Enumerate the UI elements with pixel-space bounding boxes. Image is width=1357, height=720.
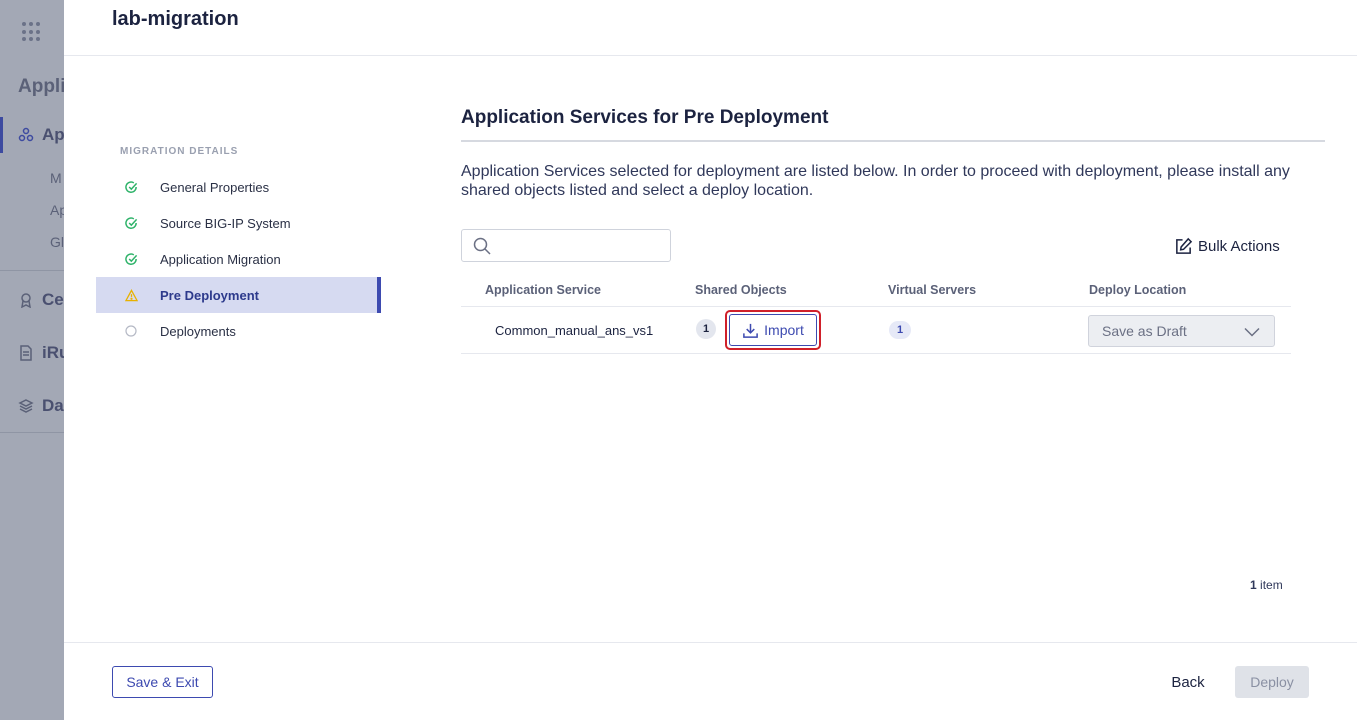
background-nav-certificates: Ce xyxy=(0,282,64,318)
step-label: Application Migration xyxy=(160,251,281,267)
background-divider xyxy=(0,432,64,433)
step-deployments[interactable]: Deployments xyxy=(96,313,381,349)
save-and-exit-button[interactable]: Save & Exit xyxy=(112,666,213,698)
migration-wizard-panel: lab-migration MIGRATION DETAILS General … xyxy=(64,0,1357,720)
back-button[interactable]: Back xyxy=(1162,666,1214,698)
background-nav-label: Ap xyxy=(42,125,64,144)
background-title: Appli xyxy=(18,76,64,97)
irules-icon xyxy=(20,345,32,361)
section-divider xyxy=(461,140,1325,142)
background-app: Appli Ap M Ap Gl Ce iRu Da xyxy=(0,0,64,720)
warning-icon xyxy=(124,288,138,302)
bulk-actions-button[interactable]: Bulk Actions xyxy=(1174,235,1280,257)
item-count-number: 1 xyxy=(1250,578,1257,592)
applications-icon xyxy=(18,127,34,142)
background-nav-irules: iRu xyxy=(0,335,64,371)
background-nav-label: Da xyxy=(42,396,64,415)
certificates-icon xyxy=(21,293,31,308)
step-label: Source BIG-IP System xyxy=(160,215,291,231)
check-circle-icon xyxy=(124,180,138,194)
chevron-down-icon xyxy=(1244,327,1260,337)
panel-footer: Save & Exit Back Deploy xyxy=(64,642,1357,720)
panel-header: lab-migration xyxy=(64,0,1357,56)
virtual-servers-count-badge[interactable]: 1 xyxy=(889,321,911,339)
empty-circle-icon xyxy=(124,324,138,338)
deploy-button[interactable]: Deploy xyxy=(1235,666,1309,698)
table-header: Application Service Shared Objects Virtu… xyxy=(461,279,1291,307)
edit-icon xyxy=(1176,237,1193,254)
background-nav-applications: Ap xyxy=(0,117,64,153)
step-application-migration[interactable]: Application Migration xyxy=(96,241,381,277)
download-icon xyxy=(743,323,759,338)
background-divider xyxy=(0,270,64,271)
steps-section-label: MIGRATION DETAILS xyxy=(120,146,239,157)
page-title: lab-migration xyxy=(112,8,239,30)
column-header-virtual-servers[interactable]: Virtual Servers xyxy=(888,283,976,297)
application-services-table: Application Service Shared Objects Virtu… xyxy=(461,279,1291,354)
background-sub-item: Ap xyxy=(50,202,64,218)
item-count-suffix: item xyxy=(1260,578,1283,592)
item-count: 1 item xyxy=(1250,578,1283,592)
deploy-location-value: Save as Draft xyxy=(1102,323,1187,339)
app-grid-icon xyxy=(22,22,42,42)
background-nav-label: Ce xyxy=(42,290,64,309)
import-label: Import xyxy=(764,322,804,338)
background-nav-data: Da xyxy=(0,388,64,424)
column-header-shared-objects[interactable]: Shared Objects xyxy=(695,283,787,297)
step-pre-deployment[interactable]: Pre Deployment xyxy=(96,277,381,313)
bulk-actions-label: Bulk Actions xyxy=(1198,237,1280,255)
column-header-deploy-location[interactable]: Deploy Location xyxy=(1089,283,1186,297)
check-circle-icon xyxy=(124,252,138,266)
table-row: Common_manual_ans_vs1 1 Import 1 Save as… xyxy=(461,307,1291,354)
application-service-name: Common_manual_ans_vs1 xyxy=(495,323,654,338)
section-description: Application Services selected for deploy… xyxy=(461,163,1290,199)
column-header-application-service[interactable]: Application Service xyxy=(485,283,601,297)
deploy-location-select[interactable]: Save as Draft xyxy=(1088,315,1275,347)
step-label: Deployments xyxy=(160,323,236,339)
background-sub-item: M xyxy=(50,170,62,186)
step-source-big-ip-system[interactable]: Source BIG-IP System xyxy=(96,205,381,241)
step-label: General Properties xyxy=(160,179,270,195)
background-sub-item: Gl xyxy=(50,234,64,250)
import-button[interactable]: Import xyxy=(729,314,817,346)
data-icon xyxy=(18,399,34,413)
search-input[interactable] xyxy=(498,234,663,258)
step-label: Pre Deployment xyxy=(160,287,259,303)
shared-objects-count-badge: 1 xyxy=(696,319,716,339)
section-title: Application Services for Pre Deployment xyxy=(461,107,829,128)
background-nav-label: iRu xyxy=(42,343,64,362)
search-box xyxy=(461,229,671,262)
step-general-properties[interactable]: General Properties xyxy=(96,169,381,205)
check-circle-icon xyxy=(124,216,138,230)
import-highlight-frame: Import xyxy=(725,310,821,350)
search-icon xyxy=(473,237,491,255)
